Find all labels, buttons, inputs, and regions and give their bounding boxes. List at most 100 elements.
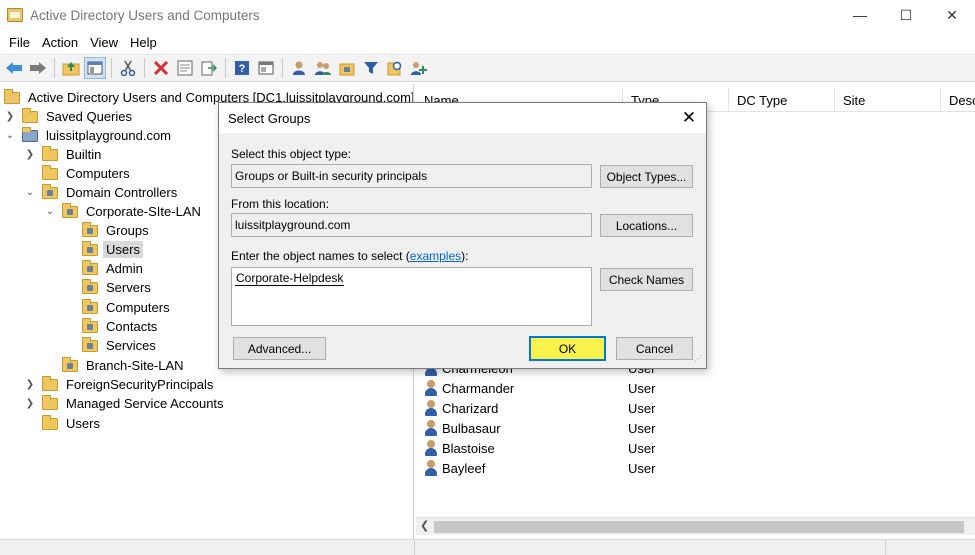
tree-branch-site[interactable]: Branch-Site-LAN bbox=[44, 356, 187, 375]
locations-button[interactable]: Locations... bbox=[600, 214, 693, 237]
export-icon[interactable] bbox=[198, 57, 220, 79]
filter-icon[interactable] bbox=[360, 57, 382, 79]
status-divider bbox=[885, 540, 886, 555]
tree-label: ForeignSecurityPrincipals bbox=[66, 377, 214, 392]
find-icon[interactable] bbox=[384, 57, 406, 79]
tree-label: Servers bbox=[106, 280, 151, 295]
chevron-right-icon[interactable]: ❯ bbox=[24, 149, 36, 160]
resize-grip-icon[interactable]: ⋰ bbox=[694, 355, 704, 366]
tree-label: Corporate-SIte-LAN bbox=[86, 204, 201, 219]
column-dc-type[interactable]: DC Type bbox=[729, 88, 835, 112]
tree-services[interactable]: Services bbox=[64, 336, 159, 355]
delete-icon[interactable] bbox=[150, 57, 172, 79]
tree-domain-controllers[interactable]: ⌄ Domain Controllers bbox=[24, 183, 180, 202]
column-description[interactable]: Desc bbox=[941, 88, 975, 112]
tree-users-selected[interactable]: Users bbox=[64, 240, 143, 259]
menu-action[interactable]: Action bbox=[36, 35, 84, 50]
chevron-down-icon[interactable]: ⌄ bbox=[24, 187, 36, 198]
location-label: From this location: bbox=[231, 197, 330, 211]
snapin-icon bbox=[4, 88, 20, 104]
column-site[interactable]: Site bbox=[835, 88, 941, 112]
menu-view[interactable]: View bbox=[84, 35, 124, 50]
tree-computers[interactable]: Computers bbox=[24, 164, 133, 183]
console-icon[interactable] bbox=[255, 57, 277, 79]
toolbar-separator bbox=[282, 58, 283, 78]
scroll-left-icon[interactable]: ❮ bbox=[420, 519, 429, 532]
table-row[interactable]: Charmander User bbox=[424, 378, 655, 398]
cancel-button[interactable]: Cancel bbox=[616, 337, 693, 360]
tree-label: Contacts bbox=[106, 319, 158, 334]
window-controls: — ☐ ✕ bbox=[837, 0, 975, 30]
chevron-right-icon[interactable]: ❯ bbox=[24, 398, 36, 409]
user-type: User bbox=[628, 440, 656, 456]
menu-help[interactable]: Help bbox=[124, 35, 163, 50]
status-divider bbox=[414, 540, 415, 555]
user-type: User bbox=[628, 380, 656, 396]
table-row[interactable]: Blastoise User bbox=[424, 438, 655, 458]
tree-corporate-site[interactable]: ⌄ Corporate-SIte-LAN bbox=[44, 202, 204, 221]
chevron-down-icon[interactable]: ⌄ bbox=[4, 130, 16, 141]
ok-button[interactable]: OK bbox=[529, 336, 606, 361]
dialog-close-icon[interactable]: ✕ bbox=[672, 103, 706, 133]
advanced-button[interactable]: Advanced... bbox=[233, 337, 326, 360]
object-names-input[interactable]: Corporate-Helpdesk bbox=[231, 267, 592, 326]
tree-label: Domain Controllers bbox=[66, 185, 178, 200]
chevron-down-icon[interactable]: ⌄ bbox=[44, 206, 56, 217]
user-name: Charmander bbox=[442, 380, 515, 396]
scroll-thumb[interactable] bbox=[434, 521, 964, 533]
horizontal-scrollbar[interactable]: ❮ bbox=[416, 517, 975, 535]
user-name: Bulbasaur bbox=[442, 420, 501, 436]
tree-servers[interactable]: Servers bbox=[64, 278, 154, 297]
table-row[interactable]: Charizard User bbox=[424, 398, 655, 418]
new-group-icon[interactable] bbox=[312, 57, 334, 79]
ou-icon bbox=[82, 221, 98, 237]
status-bar bbox=[0, 539, 975, 555]
tree-computers-ou[interactable]: Computers bbox=[64, 298, 173, 317]
object-type-label: Select this object type: bbox=[231, 147, 352, 161]
table-row[interactable]: Bayleef User bbox=[424, 458, 655, 478]
add-to-group-icon[interactable] bbox=[408, 57, 430, 79]
menu-file[interactable]: File bbox=[3, 35, 36, 50]
tree-builtin[interactable]: ❯ Builtin bbox=[24, 145, 104, 164]
user-type: User bbox=[628, 460, 656, 476]
user-icon bbox=[424, 380, 438, 396]
tree-label: Admin bbox=[106, 261, 143, 276]
back-arrow-icon[interactable] bbox=[3, 57, 25, 79]
tree-managed-service[interactable]: ❯ Managed Service Accounts bbox=[24, 394, 227, 413]
user-icon bbox=[424, 400, 438, 416]
close-button[interactable]: ✕ bbox=[929, 0, 975, 30]
tree-admin[interactable]: Admin bbox=[64, 259, 146, 278]
examples-link[interactable]: examples bbox=[410, 249, 461, 263]
tree-users-container[interactable]: Users bbox=[24, 414, 103, 433]
toolbar: ? bbox=[0, 54, 975, 82]
table-row[interactable]: Bulbasaur User bbox=[424, 418, 655, 438]
tree-label: Saved Queries bbox=[46, 109, 132, 124]
help-icon[interactable]: ? bbox=[231, 57, 253, 79]
up-folder-icon[interactable] bbox=[60, 57, 82, 79]
toolbar-separator bbox=[111, 58, 112, 78]
tree-foreign-security[interactable]: ❯ ForeignSecurityPrincipals bbox=[24, 375, 216, 394]
new-user-icon[interactable] bbox=[288, 57, 310, 79]
window-title: Active Directory Users and Computers bbox=[30, 7, 260, 23]
cut-icon[interactable] bbox=[117, 57, 139, 79]
dialog-title: Select Groups bbox=[228, 110, 311, 126]
user-name: Blastoise bbox=[442, 440, 495, 456]
location-field: luissitplayground.com bbox=[231, 213, 592, 237]
tree-groups[interactable]: Groups bbox=[64, 221, 152, 240]
user-name: Charizard bbox=[442, 400, 499, 416]
tree-domain[interactable]: ⌄ luissitplayground.com bbox=[4, 126, 174, 145]
tree-label: Branch-Site-LAN bbox=[86, 358, 184, 373]
tree-contacts[interactable]: Contacts bbox=[64, 317, 160, 336]
new-ou-icon[interactable] bbox=[336, 57, 358, 79]
properties-icon[interactable] bbox=[174, 57, 196, 79]
chevron-right-icon[interactable]: ❯ bbox=[4, 111, 16, 122]
chevron-right-icon[interactable]: ❯ bbox=[24, 379, 36, 390]
tree-label: Users bbox=[103, 241, 143, 258]
minimize-button[interactable]: — bbox=[837, 0, 883, 30]
check-names-button[interactable]: Check Names bbox=[600, 268, 693, 291]
tree-saved-queries[interactable]: ❯ Saved Queries bbox=[4, 107, 135, 126]
show-hide-tree-icon[interactable] bbox=[84, 57, 106, 79]
forward-arrow-icon[interactable] bbox=[27, 57, 49, 79]
object-types-button[interactable]: Object Types... bbox=[600, 165, 693, 188]
maximize-button[interactable]: ☐ bbox=[883, 0, 929, 30]
